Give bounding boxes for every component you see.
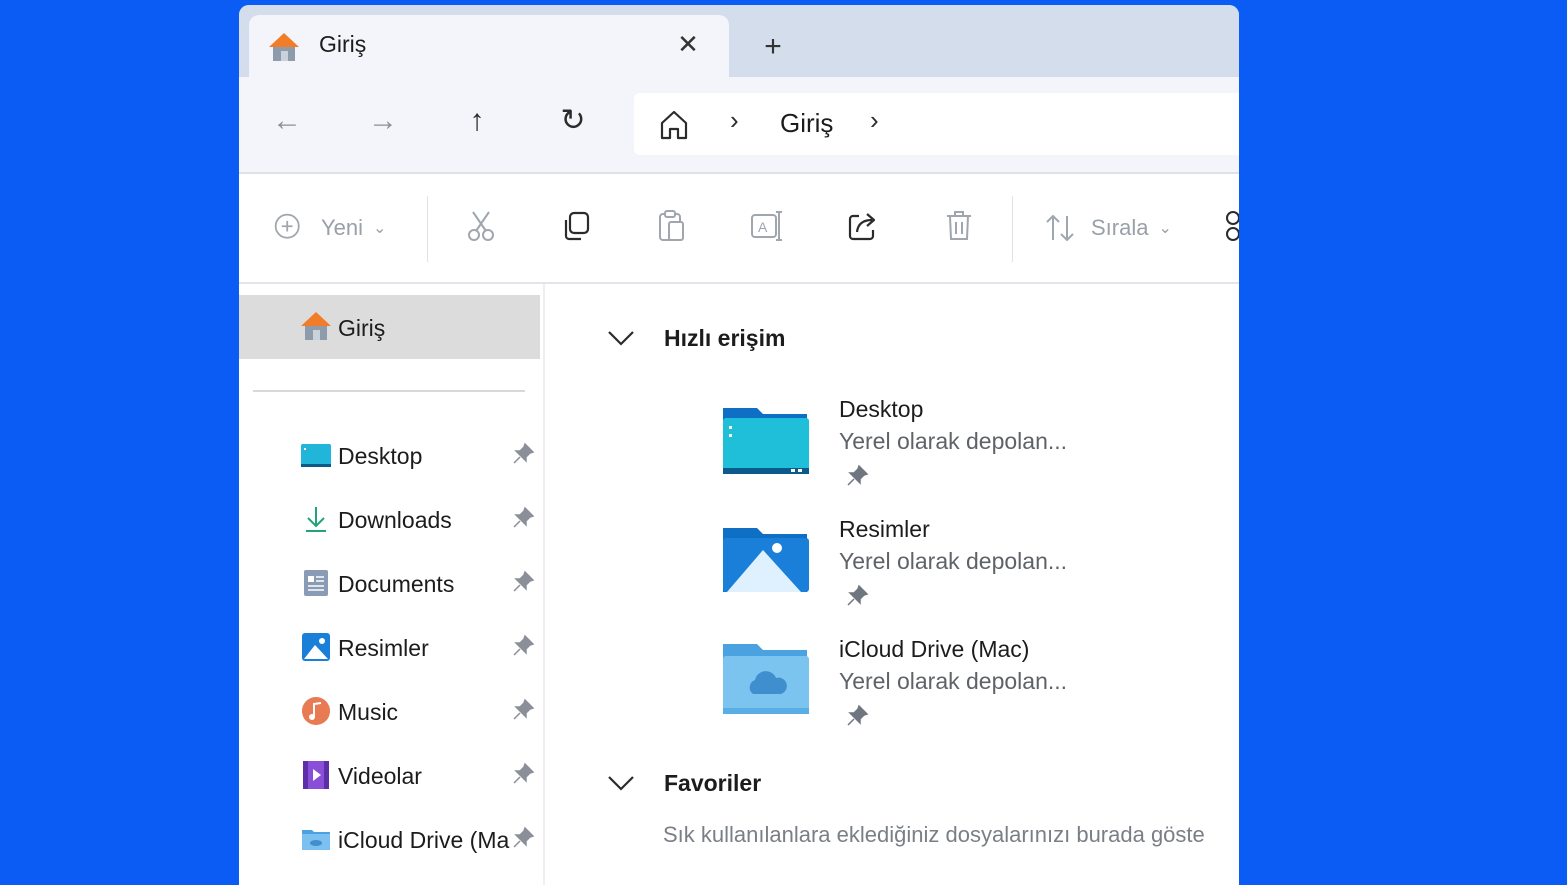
home-outline-icon[interactable] xyxy=(656,107,692,143)
pin-icon[interactable] xyxy=(511,698,535,722)
view-icon[interactable] xyxy=(1225,208,1239,244)
breadcrumb-chevron-icon[interactable]: › xyxy=(870,105,879,136)
pin-icon[interactable] xyxy=(511,506,535,530)
breadcrumb-current[interactable]: Giriş xyxy=(780,108,833,139)
svg-text:A: A xyxy=(758,219,768,235)
pin-icon[interactable] xyxy=(511,826,535,850)
delete-icon[interactable] xyxy=(941,208,977,244)
sort-icon xyxy=(1046,214,1074,242)
toolbar-divider xyxy=(427,196,428,262)
quick-access-item-status: Yerel olarak depolan... xyxy=(839,548,1068,574)
sort-label: Sırala xyxy=(1091,215,1149,240)
sidebar-item-label: Resimler xyxy=(338,635,429,661)
close-tab-icon[interactable]: ✕ xyxy=(673,29,703,59)
tab-bar: Giriş ✕ + xyxy=(239,5,1239,77)
chevron-down-icon: ⌄ xyxy=(373,220,387,237)
sidebar-item-label: Desktop xyxy=(338,443,423,469)
main-content: Hızlı erişim Desktop Yerel olarak depola… xyxy=(545,284,1239,885)
navigation-pane: Giriş Desktop Downloads Documents Resiml… xyxy=(239,284,545,885)
sidebar-item-label: iCloud Drive (Mac) xyxy=(338,827,510,853)
copy-icon[interactable] xyxy=(559,208,595,244)
sidebar-item-icloud-drive[interactable]: iCloud Drive (Mac) xyxy=(239,818,543,862)
sidebar-item-pictures[interactable]: Resimler xyxy=(239,626,543,670)
sidebar-item-label: Giriş xyxy=(338,315,386,341)
pin-icon[interactable] xyxy=(511,762,535,786)
pin-icon xyxy=(847,584,869,606)
home-icon xyxy=(301,312,331,340)
chevron-down-icon[interactable] xyxy=(601,322,641,352)
quick-access-item-status: Yerel olarak depolan... xyxy=(839,428,1068,454)
up-button[interactable]: ↑ xyxy=(457,101,497,141)
desktop-folder-icon xyxy=(723,408,809,474)
cut-icon[interactable] xyxy=(463,208,499,244)
sidebar-item-label: Music xyxy=(338,699,399,725)
music-icon xyxy=(302,697,330,725)
new-tab-button[interactable]: + xyxy=(755,29,791,65)
tab-title: Giriş xyxy=(319,31,367,57)
address-bar[interactable]: › Giriş › xyxy=(634,93,1239,155)
plus-circle-icon xyxy=(274,213,300,239)
quick-access-item-name: Resimler xyxy=(839,516,930,542)
quick-access-item-desktop[interactable]: Desktop Yerel olarak depolan... xyxy=(721,396,1239,506)
navigation-bar: ← → ↑ ↻ › Giriş › xyxy=(239,77,1239,174)
favorites-empty-message: Sık kullanılanlara eklediğiniz dosyaları… xyxy=(663,822,1205,847)
icloud-folder-icon xyxy=(723,644,809,714)
rename-icon[interactable]: A xyxy=(749,208,785,244)
tab-home[interactable]: Giriş ✕ xyxy=(249,15,729,77)
pin-icon[interactable] xyxy=(511,442,535,466)
chevron-down-icon[interactable] xyxy=(601,767,641,797)
icloud-folder-icon xyxy=(302,830,330,850)
pin-icon[interactable] xyxy=(511,570,535,594)
sidebar-item-downloads[interactable]: Downloads xyxy=(239,498,543,542)
desktop-folder-icon xyxy=(301,444,331,467)
documents-icon xyxy=(304,570,328,596)
sidebar-item-documents[interactable]: Documents xyxy=(239,562,543,606)
quick-access-item-icloud-drive[interactable]: iCloud Drive (Mac) Yerel olarak depolan.… xyxy=(721,636,1239,746)
sort-button[interactable]: Sırala ⌄ xyxy=(1043,208,1172,248)
quick-access-header[interactable]: Hızlı erişim xyxy=(664,325,785,352)
file-explorer-window: Giriş ✕ + ← → ↑ ↻ › Giriş › Yeni ⌄ A Sır… xyxy=(239,5,1239,885)
refresh-button[interactable]: ↻ xyxy=(553,101,593,141)
command-bar: Yeni ⌄ A Sırala ⌄ xyxy=(239,174,1239,284)
sidebar-item-label: Documents xyxy=(338,571,455,597)
chevron-down-icon: ⌄ xyxy=(1158,220,1172,237)
forward-button[interactable]: → xyxy=(363,101,403,141)
download-icon xyxy=(306,507,326,532)
quick-access-item-pictures[interactable]: Resimler Yerel olarak depolan... xyxy=(721,516,1239,626)
share-icon[interactable] xyxy=(845,208,881,244)
quick-access-item-status: Yerel olarak depolan... xyxy=(839,668,1068,694)
pictures-icon xyxy=(302,633,330,661)
new-button[interactable]: Yeni ⌄ xyxy=(273,208,386,248)
sidebar-item-label: Videolar xyxy=(338,763,422,789)
sidebar-item-desktop[interactable]: Desktop xyxy=(239,434,543,478)
paste-icon[interactable] xyxy=(653,208,689,244)
breadcrumb-chevron-icon[interactable]: › xyxy=(730,105,739,136)
sidebar-item-label: Downloads xyxy=(338,507,452,533)
toolbar-divider xyxy=(1012,196,1013,262)
pin-icon xyxy=(847,464,869,486)
home-icon xyxy=(269,33,299,61)
quick-access-item-name: iCloud Drive (Mac) xyxy=(839,636,1030,662)
videos-icon xyxy=(303,761,329,789)
sidebar-item-videos[interactable]: Videolar xyxy=(239,754,543,798)
pin-icon[interactable] xyxy=(511,634,535,658)
new-label: Yeni xyxy=(321,215,364,240)
back-button[interactable]: ← xyxy=(267,101,307,141)
sidebar-item-music[interactable]: Music xyxy=(239,690,543,734)
favorites-header[interactable]: Favoriler xyxy=(664,770,761,797)
sidebar-item-home[interactable]: Giriş xyxy=(239,295,540,359)
pin-icon xyxy=(847,704,869,726)
pictures-folder-icon xyxy=(723,528,809,592)
quick-access-item-name: Desktop xyxy=(839,396,924,422)
sidebar-divider xyxy=(253,390,525,392)
